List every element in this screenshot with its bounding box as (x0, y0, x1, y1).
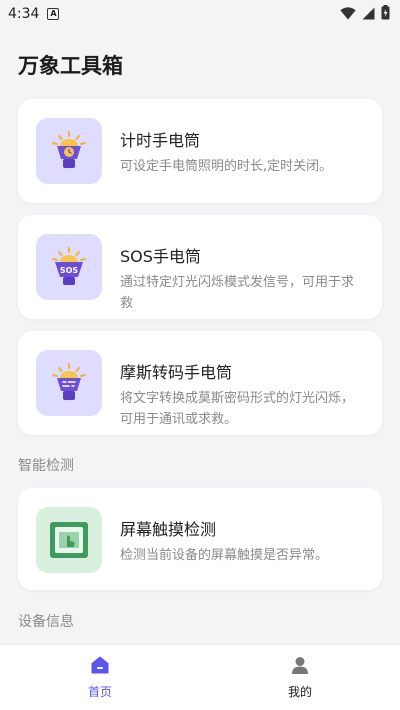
card-title: SOS手电筒 (120, 247, 201, 266)
status-bar: 4:34 A (0, 0, 400, 28)
home-icon (90, 655, 110, 679)
notification-icon: A (47, 8, 60, 20)
nav-item-home[interactable]: 首页 (0, 645, 200, 710)
nav-item-profile[interactable]: 我的 (200, 645, 400, 710)
nav-label-home: 首页 (87, 685, 112, 699)
timer-flashlight-icon (36, 118, 102, 184)
card-morse-flashlight[interactable]: 摩斯转码手电筒 将文字转换成莫斯密码形式的灯光闪烁，可用于通讯或求救。 (18, 331, 382, 435)
signal-icon (362, 5, 375, 24)
card-description: 检测当前设备的屏幕触摸是否异常。 (120, 548, 329, 563)
card-sos-flashlight[interactable]: SOS SOS手电筒 通过特定灯光闪烁模式发信号，可用于求救 (18, 215, 382, 319)
bottom-nav: 首页 我的 (0, 644, 400, 710)
page-title: 万象工具箱 (18, 54, 123, 78)
section-title-smart-detect: 智能检测 (18, 458, 74, 474)
wifi-icon (340, 5, 356, 24)
sos-icon-text: SOS (60, 266, 79, 275)
touch-screen-icon (36, 507, 102, 573)
card-timer-flashlight[interactable]: 计时手电筒 可设定手电筒照明的时长,定时关闭。 (18, 99, 382, 203)
sos-flashlight-icon: SOS (36, 234, 102, 300)
morse-flashlight-icon (36, 350, 102, 416)
battery-icon (381, 4, 390, 24)
user-icon (290, 655, 310, 679)
card-description: 可设定手电筒照明的时长,定时关闭。 (120, 159, 333, 174)
card-title: 摩斯转码手电筒 (120, 363, 233, 382)
card-touch-detect[interactable]: 屏幕触摸检测 检测当前设备的屏幕触摸是否异常。 (18, 488, 382, 590)
status-time: 4:34 (8, 6, 40, 22)
card-title: 屏幕触摸检测 (120, 520, 217, 539)
status-icons (340, 4, 390, 24)
nav-label-profile: 我的 (287, 685, 312, 699)
card-description: 通过特定灯光闪烁模式发信号，可用于求救 (120, 275, 355, 311)
card-description: 将文字转换成莫斯密码形式的灯光闪烁，可用于通讯或求救。 (120, 391, 355, 427)
section-title-device-info: 设备信息 (18, 614, 74, 630)
card-title: 计时手电筒 (120, 131, 201, 150)
